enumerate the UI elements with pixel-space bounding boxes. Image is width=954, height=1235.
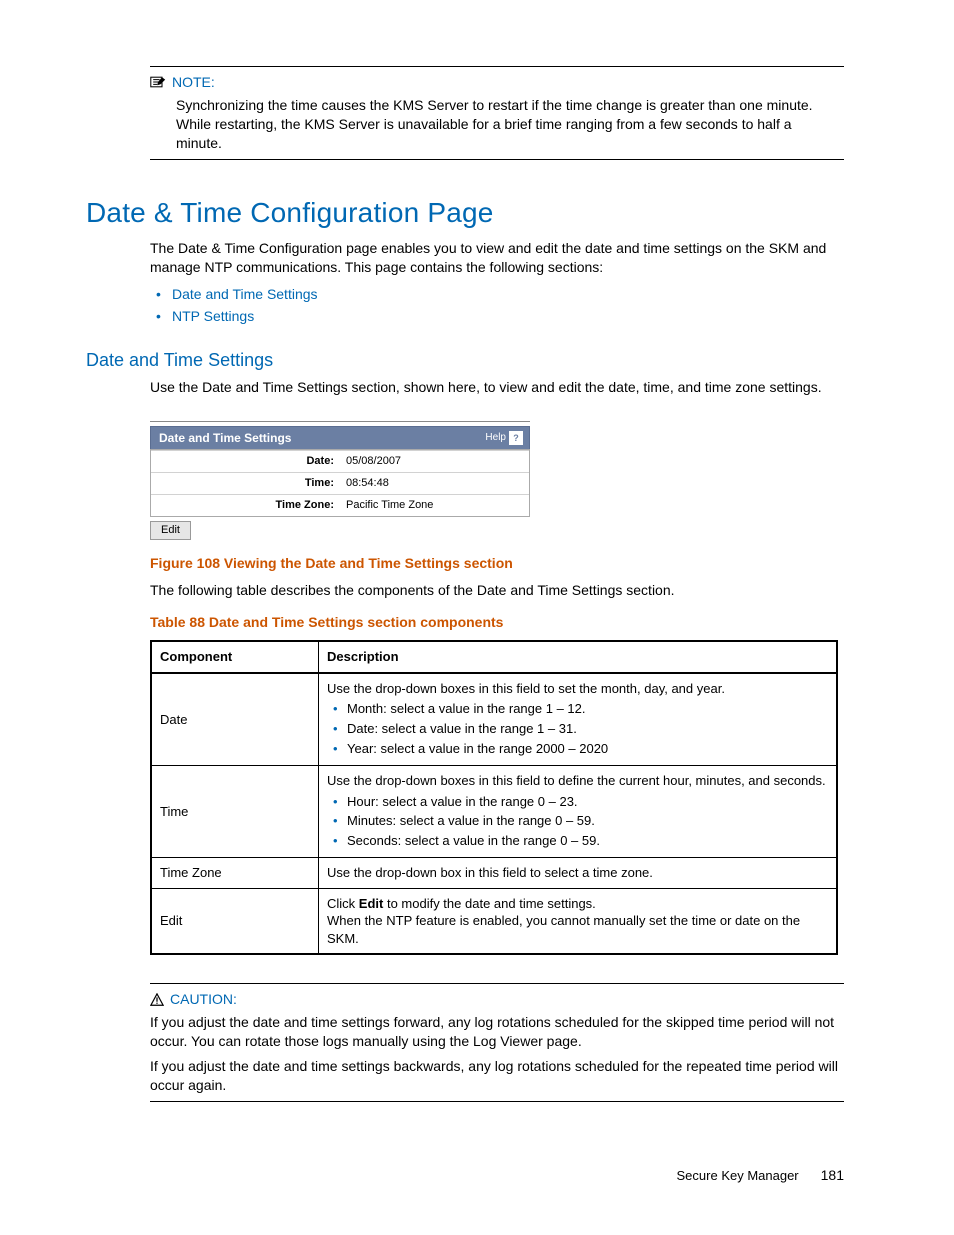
panel-body: Date: 05/08/2007 Time: 08:54:48 Time Zon… (150, 449, 530, 517)
divider (150, 159, 844, 160)
divider (150, 983, 844, 984)
desc-post: to modify the date and time settings. (383, 896, 595, 911)
table-row: Time Use the drop-down boxes in this fie… (151, 766, 837, 858)
document-page: NOTE: Synchronizing the time causes the … (0, 0, 954, 1235)
note-block: NOTE: Synchronizing the time causes the … (150, 66, 844, 160)
page-number: 181 (821, 1166, 844, 1185)
caution-icon (150, 993, 164, 1007)
col-header-component: Component (151, 641, 319, 673)
desc-lead: Use the drop-down boxes in this field to… (327, 772, 828, 790)
table-row: Time Zone: Pacific Time Zone (151, 494, 529, 515)
table-row: Time: 08:54:48 (151, 473, 529, 495)
note-header: NOTE: (150, 73, 844, 92)
edit-button[interactable]: Edit (150, 521, 191, 540)
component-desc: Use the drop-down boxes in this field to… (319, 673, 838, 766)
divider (150, 421, 530, 422)
list-item: Date: select a value in the range 1 – 31… (347, 720, 828, 738)
desc-extra: When the NTP feature is enabled, you can… (327, 912, 828, 947)
help-icon: ? (509, 431, 523, 445)
components-table: Component Description Date Use the drop-… (150, 640, 838, 955)
panel-help-link[interactable]: Help ? (485, 431, 523, 445)
component-name: Edit (151, 888, 319, 954)
list-item: Minutes: select a value in the range 0 –… (347, 812, 828, 830)
component-desc: Use the drop-down boxes in this field to… (319, 766, 838, 858)
note-body: Synchronizing the time causes the KMS Se… (176, 96, 840, 153)
component-desc: Click Edit to modify the date and time s… (319, 888, 838, 954)
col-header-description: Description (319, 641, 838, 673)
section-title: Date & Time Configuration Page (86, 194, 844, 232)
desc-lead: Use the drop-down boxes in this field to… (327, 680, 828, 698)
table-caption: Table 88 Date and Time Settings section … (150, 613, 844, 632)
divider (150, 1101, 844, 1102)
section-link-item[interactable]: Date and Time Settings (172, 285, 844, 304)
list-item: Seconds: select a value in the range 0 –… (347, 832, 828, 850)
list-item: Month: select a value in the range 1 – 1… (347, 700, 828, 718)
table-header-row: Component Description (151, 641, 837, 673)
component-name: Date (151, 673, 319, 766)
component-name: Time (151, 766, 319, 858)
caution-block: CAUTION: If you adjust the date and time… (150, 983, 844, 1101)
panel-key: Date: (151, 451, 340, 473)
page-footer: Secure Key Manager 181 (677, 1166, 844, 1185)
panel-title: Date and Time Settings (159, 430, 291, 446)
settings-panel: Date and Time Settings Help ? Date: 05/0… (150, 421, 530, 540)
table-row: Edit Click Edit to modify the date and t… (151, 888, 837, 954)
after-figure-para: The following table describes the compon… (150, 581, 844, 600)
figure-caption: Figure 108 Viewing the Date and Time Set… (150, 554, 844, 573)
desc-bold: Edit (359, 896, 384, 911)
panel-header: Date and Time Settings Help ? (150, 426, 530, 449)
section-intro: The Date & Time Configuration page enabl… (150, 239, 844, 277)
panel-key: Time Zone: (151, 494, 340, 515)
table-row: Date: 05/08/2007 (151, 451, 529, 473)
list-item: Year: select a value in the range 2000 –… (347, 740, 828, 758)
note-label: NOTE: (172, 73, 215, 92)
divider (150, 66, 844, 67)
panel-key: Time: (151, 473, 340, 495)
desc-pre: Click (327, 896, 359, 911)
caution-body-2: If you adjust the date and time settings… (150, 1057, 840, 1095)
panel-help-label: Help (485, 431, 506, 445)
subsection-title: Date and Time Settings (86, 348, 844, 372)
caution-header: CAUTION: (150, 990, 844, 1009)
panel-value: Pacific Time Zone (340, 494, 529, 515)
desc-lead: Use the drop-down box in this field to s… (327, 864, 828, 882)
desc-lead-rich: Click Edit to modify the date and time s… (327, 895, 828, 913)
table-row: Date Use the drop-down boxes in this fie… (151, 673, 837, 766)
table-row: Time Zone Use the drop-down box in this … (151, 858, 837, 889)
desc-bullets: Hour: select a value in the range 0 – 23… (327, 793, 828, 850)
list-item: Hour: select a value in the range 0 – 23… (347, 793, 828, 811)
panel-value: 05/08/2007 (340, 451, 529, 473)
caution-label: CAUTION: (170, 990, 237, 1009)
desc-bullets: Month: select a value in the range 1 – 1… (327, 700, 828, 757)
component-name: Time Zone (151, 858, 319, 889)
section-link-list: Date and Time Settings NTP Settings (150, 285, 844, 326)
section-link-item[interactable]: NTP Settings (172, 307, 844, 326)
component-desc: Use the drop-down box in this field to s… (319, 858, 838, 889)
panel-value: 08:54:48 (340, 473, 529, 495)
footer-doc-title: Secure Key Manager (677, 1167, 799, 1185)
subsection-para: Use the Date and Time Settings section, … (150, 378, 844, 397)
note-icon (150, 75, 166, 89)
panel-table: Date: 05/08/2007 Time: 08:54:48 Time Zon… (151, 450, 529, 516)
caution-body-1: If you adjust the date and time settings… (150, 1013, 840, 1051)
